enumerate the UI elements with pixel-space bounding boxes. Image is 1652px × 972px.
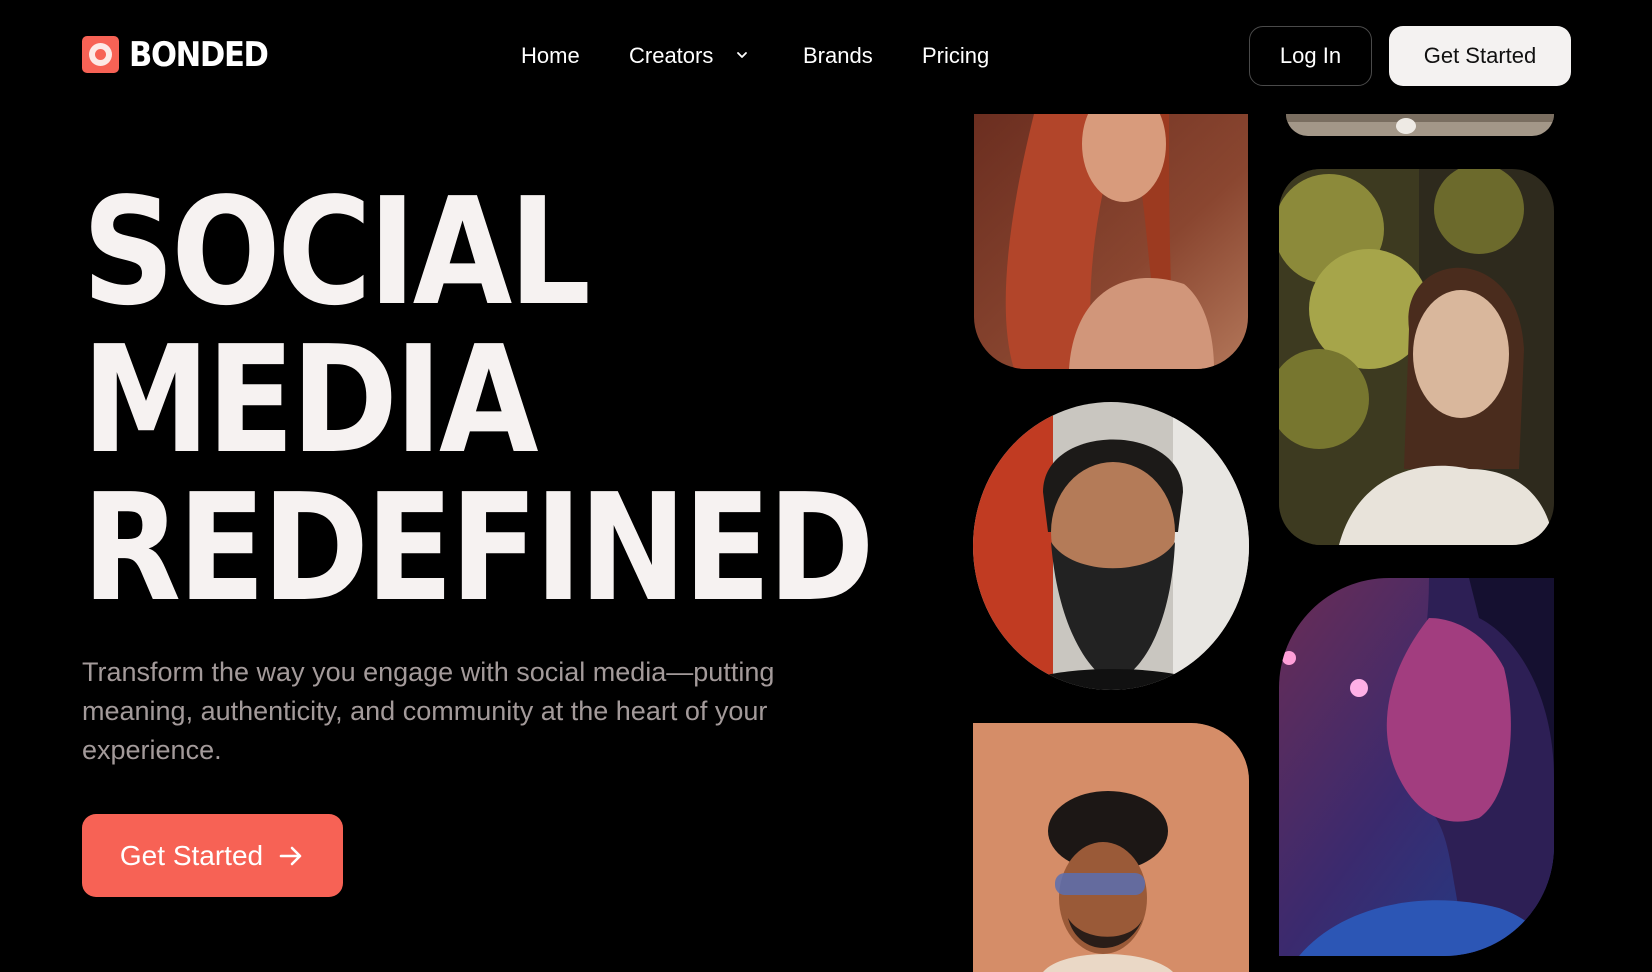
flower-logo-icon — [82, 36, 119, 73]
creator-photo-top-right — [1286, 114, 1554, 136]
hero-title-line: SOCIAL — [82, 166, 591, 338]
creator-photo-man-hat — [973, 723, 1249, 972]
hero-title-line: REDEFINED — [82, 462, 875, 634]
login-button[interactable]: Log In — [1249, 26, 1372, 86]
nav-pricing[interactable]: Pricing — [922, 40, 989, 72]
nav-home[interactable]: Home — [521, 40, 580, 72]
creator-photo-redhead-woman — [974, 114, 1248, 369]
creator-photo-bearded-man — [973, 402, 1249, 690]
creator-photo-woman-foliage — [1279, 169, 1554, 545]
hero-subtitle: Transform the way you engage with social… — [82, 657, 775, 765]
get-started-hero-label: Get Started — [119, 839, 264, 871]
brand-logo[interactable]: BONDED — [82, 36, 283, 73]
creator-photo-neon-woman — [1279, 578, 1554, 956]
arrow-right-icon — [279, 846, 302, 865]
chevron-down-icon[interactable] — [735, 48, 749, 62]
hero-title-line: MEDIA — [82, 314, 539, 486]
nav-brands[interactable]: Brands — [803, 40, 873, 72]
hero-title: SOCIAL MEDIA REDEFINED — [82, 178, 989, 622]
brand-name: BONDED — [129, 34, 269, 75]
get-started-header-button[interactable]: Get Started — [1389, 26, 1571, 86]
nav-creators[interactable]: Creators — [629, 40, 713, 72]
get-started-hero-button[interactable]: Get Started — [82, 814, 343, 897]
